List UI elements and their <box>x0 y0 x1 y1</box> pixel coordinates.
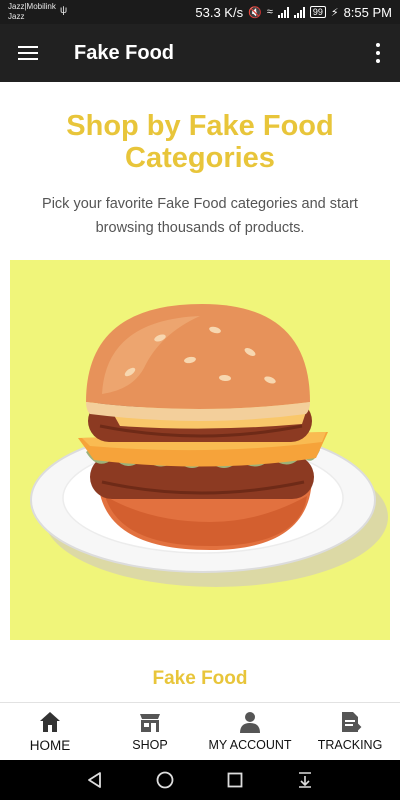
network-speed: 53.3 K/s <box>195 4 244 20</box>
carrier-line-1: Jazz|Mobilink <box>8 2 56 11</box>
main-content[interactable]: Shop by Fake Food Categories Pick your f… <box>0 82 400 702</box>
nav-home[interactable]: HOME <box>0 703 100 760</box>
carrier-info: Jazz|Mobilink Jazz <box>8 2 56 22</box>
more-vertical-icon[interactable] <box>370 43 386 63</box>
usb-icon: ψ <box>60 5 68 16</box>
category-title[interactable]: Fake Food <box>20 668 380 690</box>
download-icon[interactable] <box>294 769 316 791</box>
system-navigation-bar <box>0 760 400 800</box>
signal-icon <box>277 6 289 18</box>
page-headline: Shop by Fake Food Categories <box>66 110 334 174</box>
home-circle-icon[interactable] <box>154 769 176 791</box>
nav-tracking-label: TRACKING <box>317 738 383 752</box>
nav-shop-label: SHOP <box>132 738 168 752</box>
nav-tracking[interactable]: TRACKING <box>300 703 400 760</box>
battery-icon: 99 <box>309 6 326 18</box>
tracking-icon <box>342 712 362 732</box>
signal-icon-2 <box>293 6 305 18</box>
app-title: Fake Food <box>74 42 175 64</box>
recents-icon[interactable] <box>224 769 246 791</box>
status-bar: Jazz|Mobilink Jazz ψ 53.3 K/s 🔇 ≈ 99 ⚡ 8… <box>0 0 400 24</box>
page-subtext: Pick your favorite Fake Food categories … <box>42 196 358 236</box>
clock: 8:55 PM <box>343 4 392 20</box>
nav-shop[interactable]: SHOP <box>100 703 200 760</box>
hamburger-menu-icon[interactable] <box>16 41 40 65</box>
shop-icon <box>140 714 160 732</box>
charging-icon: ⚡ <box>330 6 339 19</box>
hero-banner[interactable] <box>10 260 390 640</box>
bottom-navigation: HOME SHOP MY ACCOUNT TRACKING <box>0 702 400 760</box>
wifi-icon: ≈ <box>266 6 273 18</box>
back-icon[interactable] <box>84 769 106 791</box>
mute-icon: 🔇 <box>248 6 262 19</box>
home-icon <box>40 712 60 732</box>
burger-illustration <box>30 304 388 587</box>
carrier-line-2: Jazz <box>8 12 25 21</box>
app-bar: Fake Food <box>0 24 400 82</box>
nav-home-label: HOME <box>29 738 71 753</box>
nav-account-label: MY ACCOUNT <box>208 738 292 752</box>
account-icon <box>240 712 260 733</box>
status-right: 53.3 K/s 🔇 ≈ 99 ⚡ 8:55 PM <box>195 0 392 24</box>
nav-account[interactable]: MY ACCOUNT <box>200 703 300 760</box>
